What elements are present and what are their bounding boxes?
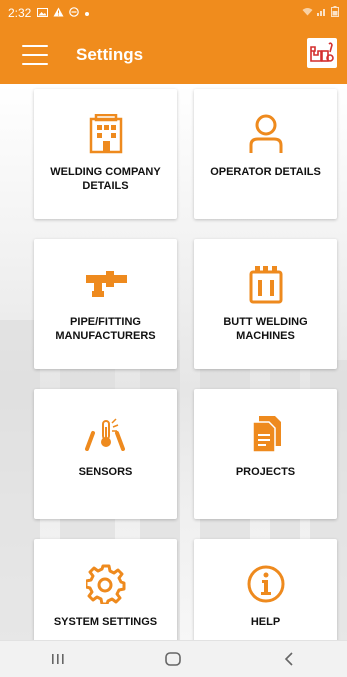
- tile-label: WELDING COMPANY DETAILS: [50, 166, 161, 192]
- sensor-thermometer-icon: [83, 411, 129, 457]
- tile-operator-details[interactable]: OPERATOR DETAILS: [194, 89, 337, 219]
- tile-help[interactable]: HELP: [194, 539, 337, 640]
- status-bar: 2:32: [0, 0, 347, 26]
- tile-label: PROJECTS: [235, 466, 296, 478]
- welding-machine-icon: [249, 261, 283, 307]
- battery-icon: [331, 6, 339, 20]
- tile-pipe-fitting-manufacturers[interactable]: PIPE/FITTING MANUFACTURERS: [34, 239, 177, 369]
- document-icon: [249, 411, 283, 457]
- signal-icon: [317, 7, 327, 19]
- gear-icon: [85, 561, 126, 607]
- back-icon[interactable]: [259, 644, 319, 674]
- tile-label: OPERATOR DETAILS: [210, 166, 321, 178]
- home-icon[interactable]: [143, 644, 203, 674]
- system-nav-bar: [0, 640, 347, 677]
- wifi-icon: [302, 7, 313, 19]
- tile-label: PIPE/FITTING MANUFACTURERS: [55, 316, 156, 342]
- image-icon: [37, 6, 49, 20]
- page-title: Settings: [76, 45, 144, 64]
- do-not-disturb-icon: [69, 6, 80, 20]
- brand-logo-icon: [307, 38, 337, 68]
- status-icons: [37, 6, 90, 20]
- tile-projects[interactable]: PROJECTS: [194, 389, 337, 519]
- pipe-fitting-icon: [84, 261, 128, 307]
- recents-icon[interactable]: [28, 644, 88, 674]
- dot-icon: [84, 6, 90, 20]
- tile-butt-welding-machines[interactable]: BUTT WELDING MACHINES: [194, 239, 337, 369]
- tile-system-settings[interactable]: SYSTEM SETTINGS: [34, 539, 177, 640]
- building-icon: [89, 111, 123, 157]
- status-right-icons: [302, 6, 339, 20]
- tile-label: BUTT WELDING MACHINES: [223, 316, 308, 342]
- tile-sensors[interactable]: SENSORS: [34, 389, 177, 519]
- tile-label: HELP: [250, 616, 281, 628]
- status-time: 2:32: [8, 6, 32, 20]
- tile-welding-company-details[interactable]: WELDING COMPANY DETAILS: [34, 89, 177, 219]
- alert-icon: [53, 6, 64, 20]
- user-icon: [247, 111, 285, 157]
- tile-label: SENSORS: [78, 466, 133, 478]
- settings-grid: WELDING COMPANY DETAILS OPERATOR DETAILS…: [0, 84, 347, 640]
- info-icon: [246, 561, 286, 607]
- app-bar: Settings: [0, 26, 347, 84]
- tile-label: SYSTEM SETTINGS: [53, 616, 158, 628]
- hamburger-menu-icon[interactable]: [22, 45, 48, 65]
